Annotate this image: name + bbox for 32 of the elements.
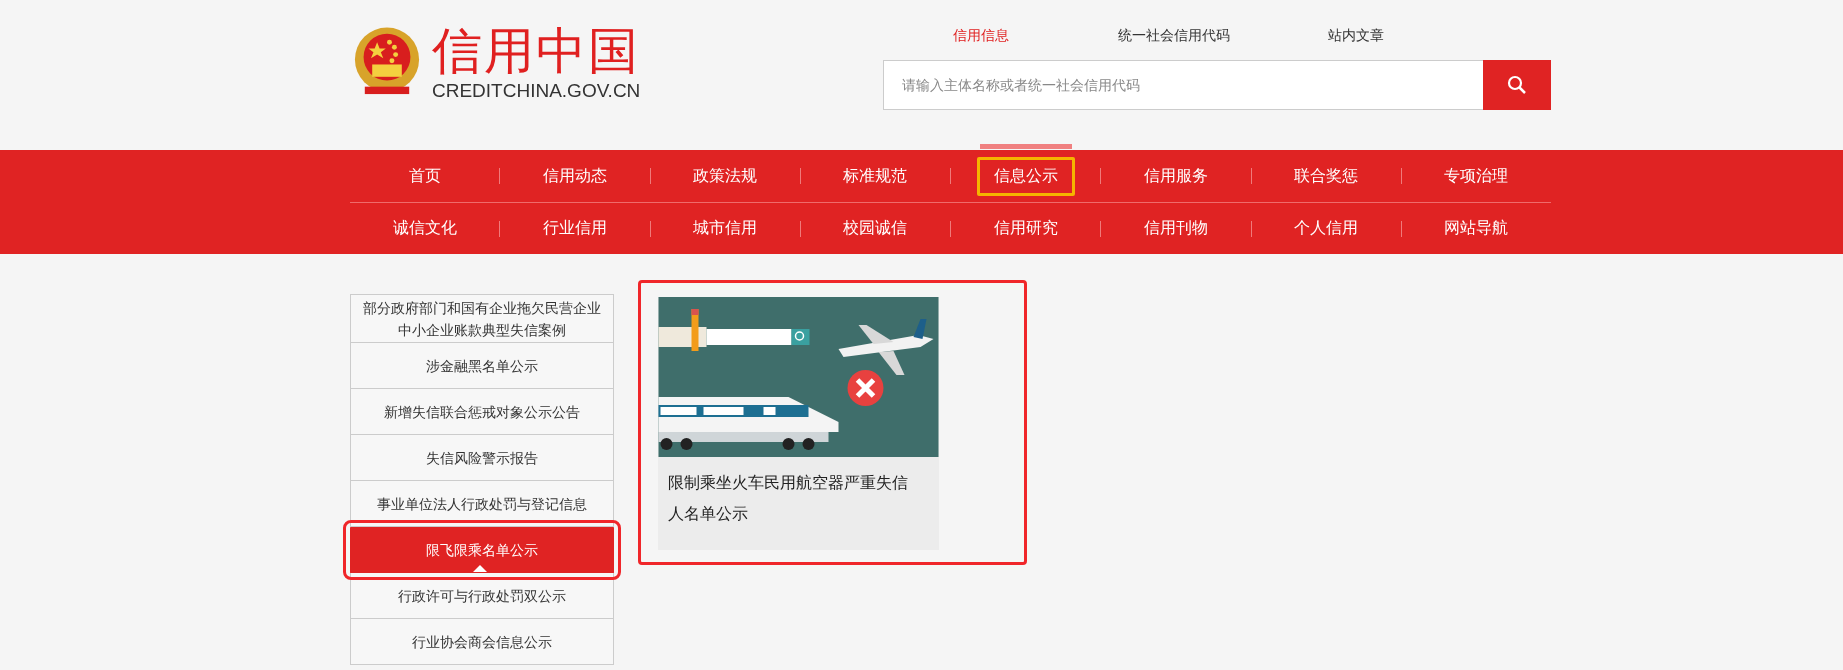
card-title: 限制乘坐火车民用航空器严重失信人名单公示 xyxy=(667,472,909,525)
sidebar-item[interactable]: 新增失信联合惩戒对象公示公告 xyxy=(350,389,614,435)
nav-link[interactable]: 城市信用 xyxy=(676,209,775,248)
nav-link[interactable]: 信用研究 xyxy=(976,209,1075,248)
sidebar-item[interactable]: 行业协会商会信息公示 xyxy=(350,619,614,665)
nav-link[interactable]: 行业信用 xyxy=(525,209,624,248)
sidebar-item[interactable]: 部分政府部门和国有企业拖欠民营企业中小企业账款典型失信案例 xyxy=(350,294,614,343)
nav-link[interactable]: 个人信用 xyxy=(1277,209,1376,248)
nav-link[interactable]: 首页 xyxy=(391,156,458,196)
nav-link[interactable]: 网站导航 xyxy=(1427,209,1526,248)
nav-link[interactable]: 信息公示 xyxy=(976,156,1075,196)
sidebar-item[interactable]: 涉金融黑名单公示 xyxy=(350,343,614,389)
site-title: 信用中国 xyxy=(432,22,641,80)
nav-link[interactable]: 政策法规 xyxy=(676,156,775,196)
search-field[interactable]: 请输入主体名称或者统一社会信用代码 xyxy=(883,60,1483,110)
announcement-card[interactable]: 限制乘坐火车民用航空器严重失信人名单公示 xyxy=(658,297,939,550)
sidebar-item[interactable]: 事业单位法人行政处罚与登记信息 xyxy=(350,481,614,527)
site-domain: CREDITCHINA.GOV.CN xyxy=(432,80,641,102)
nav-link[interactable]: 信用服务 xyxy=(1126,156,1225,196)
search-tab[interactable]: 统一社会信用代码 xyxy=(1118,24,1328,60)
nav-link[interactable]: 标准规范 xyxy=(826,156,925,196)
search-button[interactable] xyxy=(1483,60,1551,110)
sidebar-item[interactable]: 失信风险警示报告 xyxy=(350,435,614,481)
sidebar-item[interactable]: 行政许可与行政处罚双公示 xyxy=(350,573,614,619)
nav-link[interactable]: 专项治理 xyxy=(1427,156,1526,196)
search-icon xyxy=(1507,75,1527,95)
nav-link[interactable]: 校园诚信 xyxy=(826,209,925,248)
nav-link[interactable]: 信用刊物 xyxy=(1126,209,1225,248)
nav-link[interactable]: 信用动态 xyxy=(525,156,624,196)
nav-link[interactable]: 诚信文化 xyxy=(375,209,474,248)
search-tab[interactable]: 站内文章 xyxy=(1328,24,1538,60)
nav-link[interactable]: 联合奖惩 xyxy=(1277,156,1376,196)
